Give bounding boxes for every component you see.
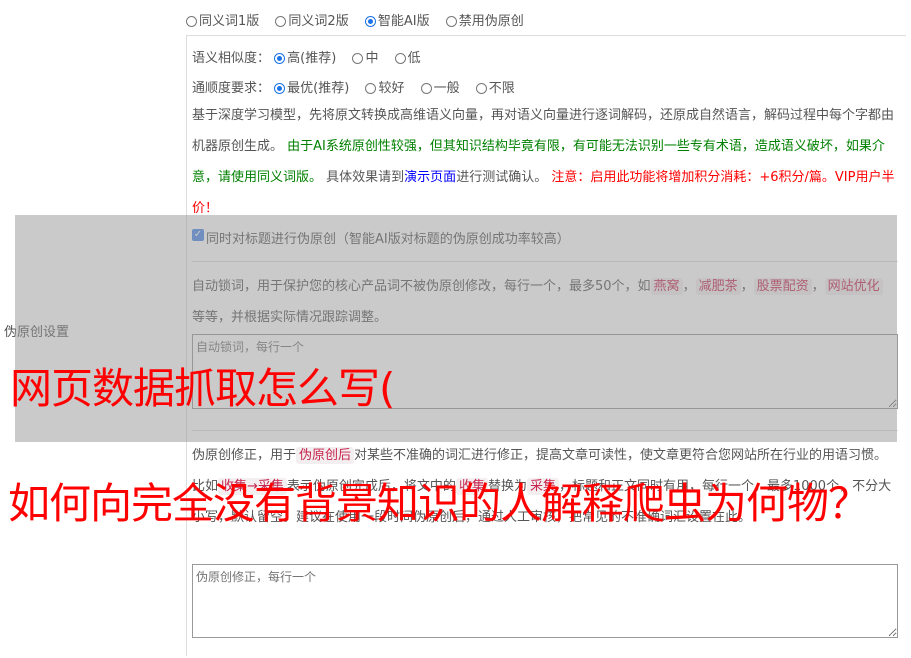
radio-smart-ai[interactable]: 智能AI版 — [364, 14, 430, 29]
radio-icon[interactable] — [394, 53, 406, 64]
radio-icon[interactable] — [274, 83, 286, 94]
fluency-row: 通顺度要求： 最优(推荐) 较好 一般 不限 — [192, 81, 515, 96]
radio-fluency-any[interactable]: 不限 — [475, 81, 515, 96]
radio-similarity-high[interactable]: 高(推荐) — [274, 51, 336, 66]
radio-fluency-normal[interactable]: 一般 — [420, 81, 460, 96]
similarity-row: 语义相似度： 高(推荐) 中 低 — [192, 51, 421, 66]
radio-icon[interactable] — [445, 16, 457, 27]
radio-icon[interactable] — [365, 83, 377, 94]
radio-disable[interactable]: 禁用伪原创 — [445, 14, 524, 29]
radio-fluency-best[interactable]: 最优(推荐) — [274, 81, 349, 96]
radio-similarity-low[interactable]: 低 — [394, 51, 421, 66]
radio-icon[interactable] — [186, 16, 197, 27]
overlay-title-line-1: 网页数据抓取怎么写( — [10, 364, 395, 413]
radio-icon[interactable] — [420, 83, 432, 94]
radio-synonym-2[interactable]: 同义词2版 — [275, 14, 349, 29]
radio-icon[interactable] — [275, 16, 287, 27]
radio-synonym-1[interactable]: 同义词1版 — [186, 14, 259, 29]
demo-page-link[interactable]: 演示页面 — [404, 170, 456, 185]
radio-icon[interactable] — [475, 83, 487, 94]
radio-icon[interactable] — [352, 53, 364, 64]
radio-similarity-mid[interactable]: 中 — [352, 51, 378, 66]
correction-textarea[interactable] — [192, 564, 898, 638]
radio-fluency-good[interactable]: 较好 — [365, 81, 404, 96]
version-radio-group: 同义词1版 同义词2版 智能AI版 禁用伪原创 — [186, 10, 536, 29]
radio-icon[interactable] — [274, 53, 286, 64]
overlay-title-line-2: 如何向完全没有背景知识的人解释爬虫为何物？ — [8, 479, 870, 528]
radio-icon[interactable] — [364, 16, 376, 27]
ai-description: 基于深度学习模型，先将原文转换成高维语义向量，再对语义向量进行逐词解码，还原成自… — [192, 108, 895, 216]
